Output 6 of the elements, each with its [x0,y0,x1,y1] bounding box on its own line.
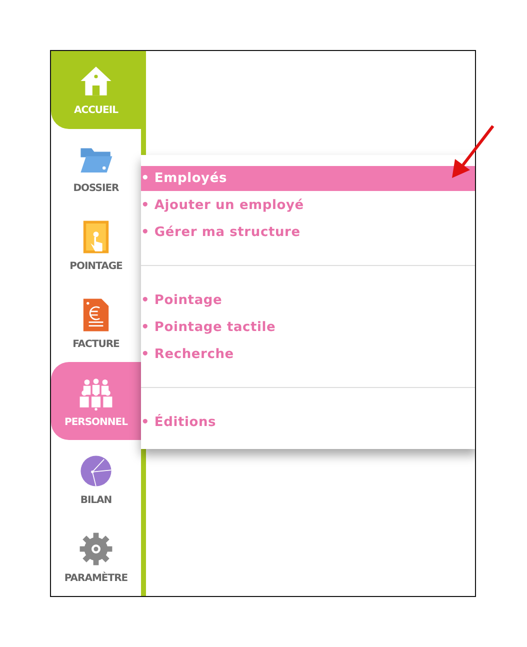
menu-item[interactable]: • Employés [141,166,475,191]
settings-icon [78,530,114,567]
nav-item[interactable]: ACCUEIL [51,51,141,129]
pie-chart-icon [78,452,114,489]
nav-item[interactable]: PERSONNEL [51,362,141,440]
annotation-arrow [451,125,495,179]
